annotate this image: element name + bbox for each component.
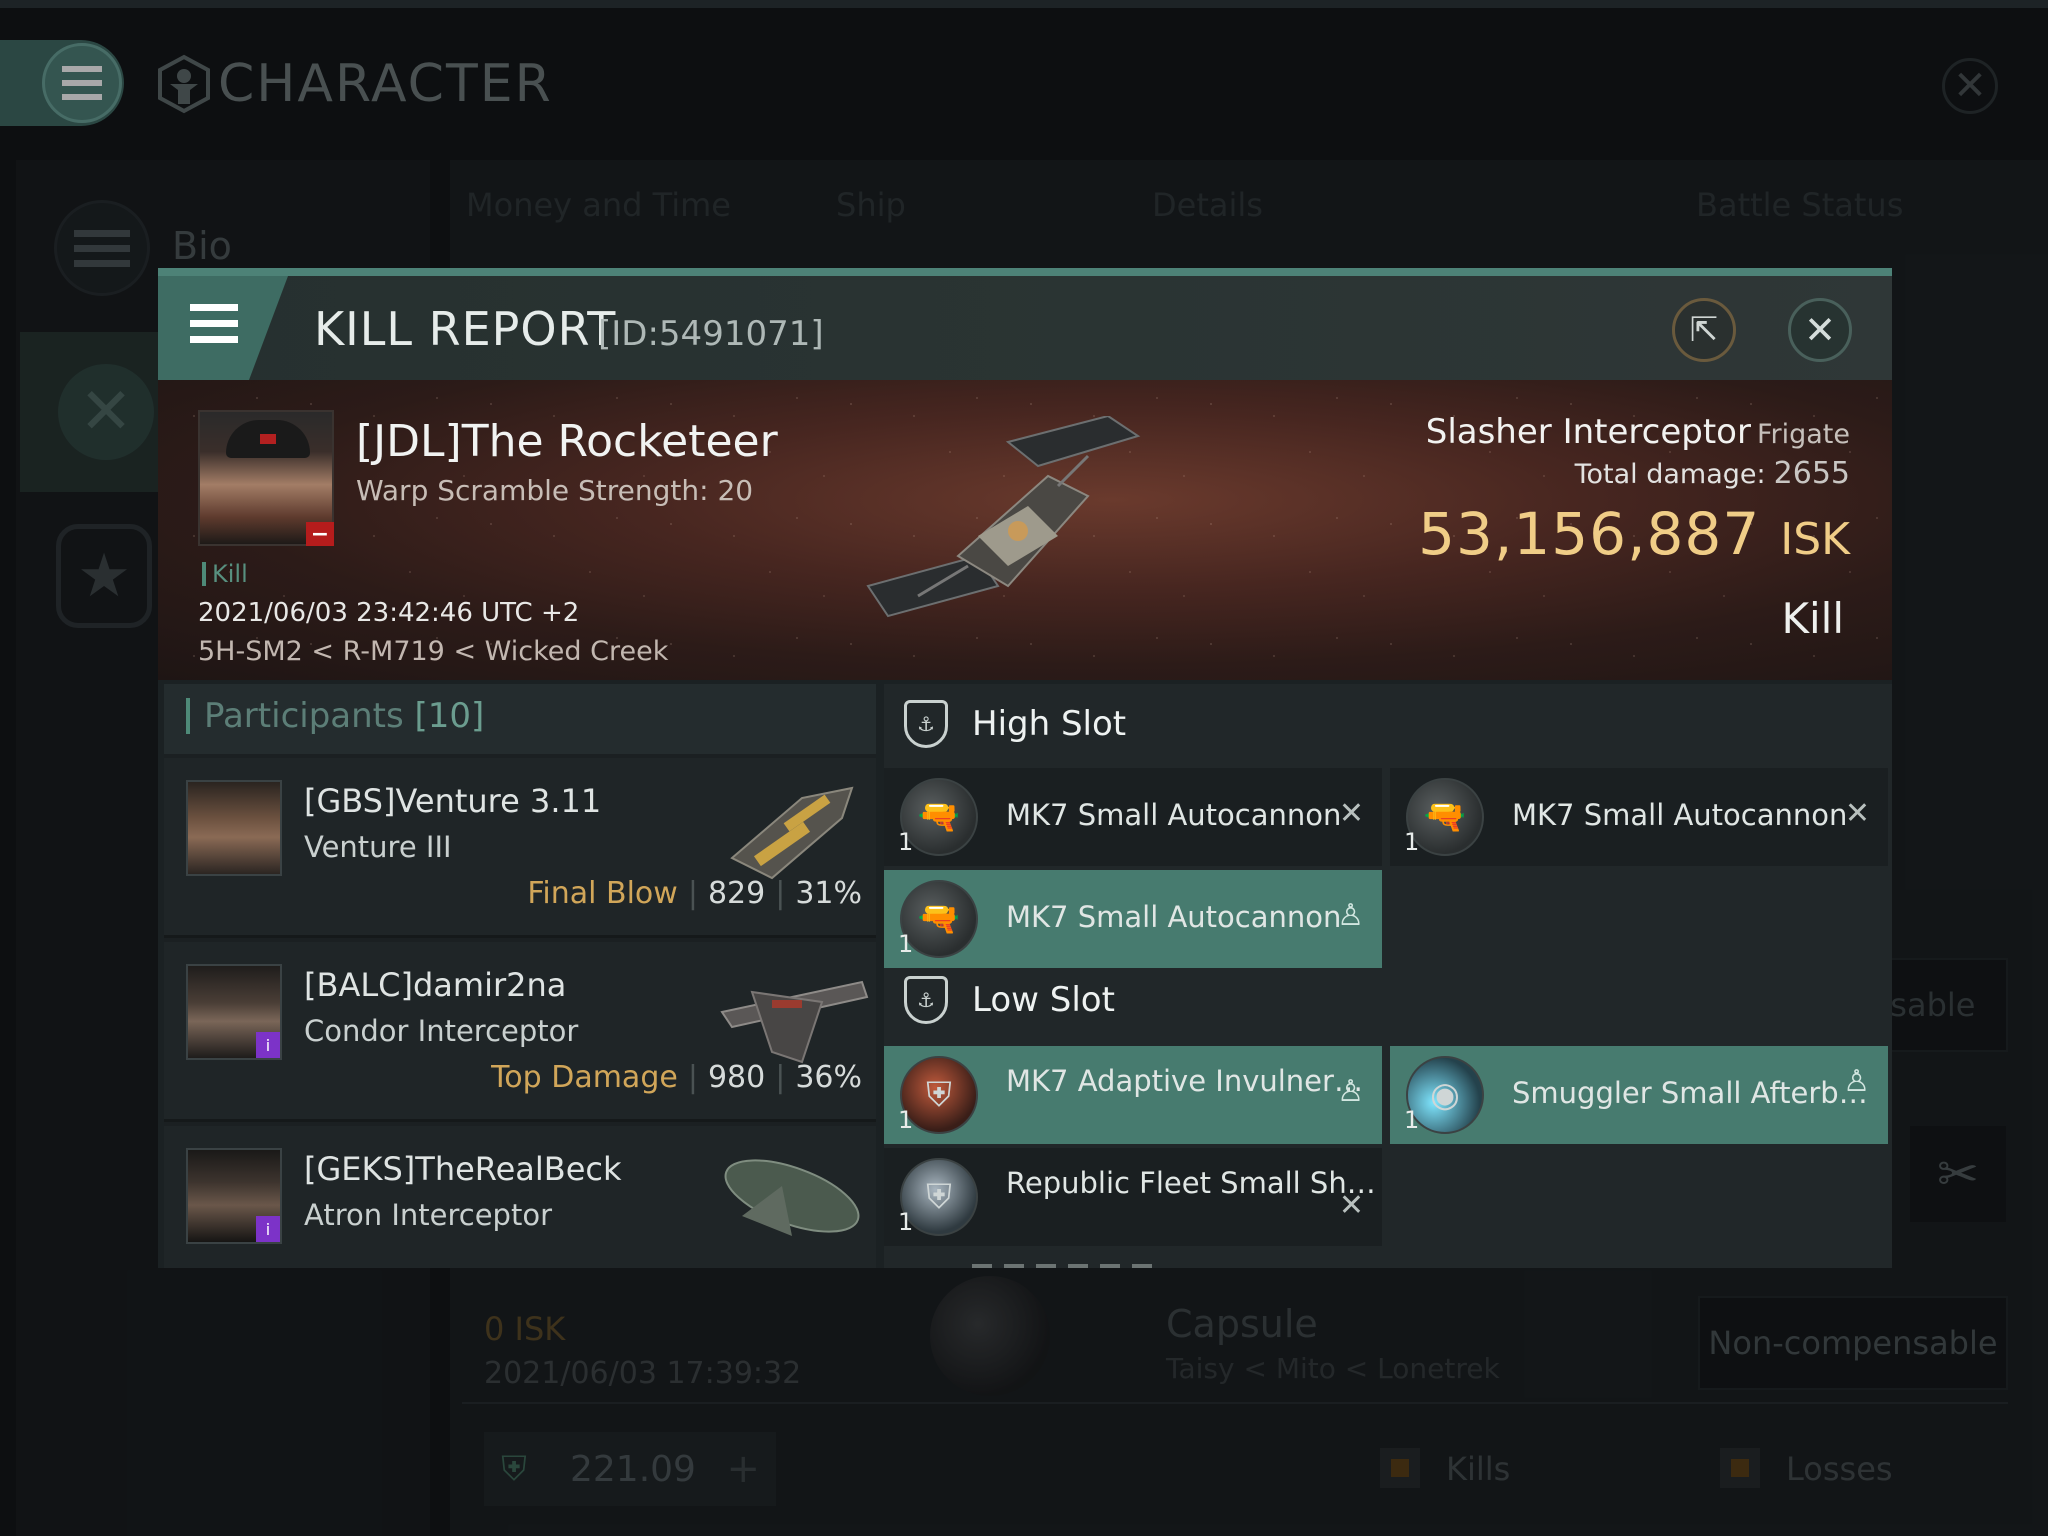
- total-damage-label: Total damage:: [1574, 459, 1766, 490]
- module-slot[interactable]: 🔫 1 MK7 Small Autocannon ♙: [884, 870, 1382, 968]
- top-damage-label: Top Damage: [491, 1060, 678, 1095]
- module-name: MK7 Small Autocannon: [1006, 798, 1342, 832]
- participants-count: [10]: [414, 696, 485, 736]
- high-slot-header: ⚓ High Slot: [884, 684, 1892, 764]
- dropped-icon: ♙: [1843, 1064, 1870, 1099]
- mid-slot-title-partial: [972, 1264, 1152, 1268]
- corp-badge: i: [256, 1032, 280, 1058]
- module-qty: 1: [1404, 1106, 1420, 1134]
- kill-report-modal: KILL REPORT [ID:5491071] ⇱ ✕ − [JDL]The …: [158, 268, 1892, 1268]
- participants-title: Participants [10]: [186, 698, 484, 734]
- module-qty: 1: [898, 1208, 914, 1236]
- isk-unit: ISK: [1780, 514, 1850, 565]
- module-name: Republic Fleet Small Shield...: [1006, 1166, 1376, 1200]
- kill-tag: Kill: [202, 562, 248, 586]
- total-damage-value: 2655: [1773, 456, 1850, 491]
- kill-id: [ID:5491071]: [598, 314, 824, 354]
- participant-ship: Venture III: [304, 830, 452, 864]
- participant-name[interactable]: [GEKS]TheRealBeck: [304, 1150, 622, 1188]
- participant-ship: Condor Interceptor: [304, 1014, 579, 1048]
- dropped-icon: ♙: [1337, 1074, 1364, 1109]
- participant-portrait[interactable]: i: [186, 1148, 282, 1244]
- destroyed-icon: ✕: [1844, 796, 1870, 831]
- kill-datetime: 2021/06/03 23:42:46 UTC +2: [198, 598, 580, 628]
- participant-percent: 31%: [795, 876, 862, 911]
- module-slot[interactable]: 🔫 1 MK7 Small Autocannon ✕: [884, 768, 1382, 866]
- participant-portrait[interactable]: [186, 780, 282, 876]
- participant-ship-image: [724, 1159, 860, 1236]
- dropped-icon: ♙: [1337, 898, 1364, 933]
- participant-ship-image: [720, 980, 869, 1064]
- destroyed-icon: ✕: [1338, 1188, 1364, 1223]
- module-qty: 1: [898, 930, 914, 958]
- ship-name-text: Slasher Interceptor: [1425, 412, 1751, 452]
- high-slot-title: High Slot: [972, 704, 1127, 744]
- victim-detail: Warp Scramble Strength: 20: [356, 474, 754, 507]
- result-label: Kill: [1781, 594, 1844, 643]
- victim-name[interactable]: [JDL]The Rocketeer: [356, 416, 778, 467]
- total-damage: Total damage: 2655: [1575, 456, 1850, 491]
- module-slot[interactable]: ⛨ 1 MK7 Adaptive Invulnerabilit... ♙: [884, 1046, 1382, 1144]
- low-slot-icon: ⚓: [904, 976, 948, 1024]
- modal-title: KILL REPORT: [314, 302, 617, 356]
- module-name: Smuggler Small Afterburner: [1512, 1076, 1882, 1110]
- participant-stats: Final Blow | 829 | 31%: [527, 876, 862, 911]
- module-slot[interactable]: ⛨ 1 Republic Fleet Small Shield... ✕: [884, 1148, 1382, 1246]
- participant-name[interactable]: [GBS]Venture 3.11: [304, 782, 601, 820]
- isk-value: 53,156,887 ISK: [1418, 500, 1850, 568]
- share-button[interactable]: ⇱: [1672, 298, 1736, 362]
- modal-menu-button[interactable]: [190, 304, 238, 343]
- participants-panel: Participants [10] [GBS]Venture 3.11 Vent…: [164, 684, 876, 1268]
- ship-class: Frigate: [1756, 419, 1850, 450]
- participant-ship: Atron Interceptor: [304, 1198, 552, 1232]
- victim-ship-name[interactable]: Slasher Interceptor Frigate: [1426, 412, 1850, 452]
- destroyed-icon: ✕: [1338, 796, 1364, 831]
- participant-stats: Top Damage | 980 | 36%: [491, 1060, 862, 1095]
- hostile-badge: −: [306, 522, 334, 547]
- low-slot-header: ⚓ Low Slot: [884, 960, 1892, 1040]
- external-link-icon: ⇱: [1689, 310, 1719, 350]
- module-qty: 1: [898, 828, 914, 856]
- fitting-panel: ⚓ High Slot 🔫 1 MK7 Small Autocannon ✕ 🔫…: [884, 684, 1892, 1268]
- modal-close-button[interactable]: ✕: [1788, 298, 1852, 362]
- participant-row[interactable]: i [BALC]damir2na Condor Interceptor Top …: [164, 942, 876, 1122]
- isk-amount: 53,156,887: [1418, 500, 1761, 568]
- module-name: MK7 Small Autocannon: [1512, 798, 1848, 832]
- corp-badge: i: [256, 1216, 280, 1242]
- module-slot[interactable]: ◉ 1 Smuggler Small Afterburner ♙: [1390, 1046, 1888, 1144]
- participant-damage: 829: [707, 876, 766, 911]
- module-qty: 1: [898, 1106, 914, 1134]
- participant-damage: 980: [707, 1060, 766, 1095]
- participant-percent: 36%: [795, 1060, 862, 1095]
- high-slot-icon: ⚓: [904, 700, 948, 748]
- module-qty: 1: [1404, 828, 1420, 856]
- final-blow-label: Final Blow: [527, 876, 678, 911]
- module-slot[interactable]: 🔫 1 MK7 Small Autocannon ✕: [1390, 768, 1888, 866]
- participant-ship-image: [730, 786, 854, 880]
- participant-row[interactable]: i [GEKS]TheRealBeck Atron Interceptor: [164, 1126, 876, 1268]
- participant-portrait[interactable]: i: [186, 964, 282, 1060]
- victim-ship-image: [866, 416, 1141, 618]
- module-name: MK7 Small Autocannon: [1006, 900, 1342, 934]
- module-name: MK7 Adaptive Invulnerabilit...: [1006, 1064, 1376, 1098]
- kill-location[interactable]: 5H-SM2 < R-M719 < Wicked Creek: [198, 636, 668, 667]
- low-slot-title: Low Slot: [972, 980, 1115, 1020]
- menu-icon: [190, 304, 238, 343]
- participants-header: Participants [10]: [164, 684, 876, 754]
- participant-name[interactable]: [BALC]damir2na: [304, 966, 566, 1004]
- participant-row[interactable]: [GBS]Venture 3.11 Venture III Final Blow…: [164, 758, 876, 938]
- close-icon: ✕: [1804, 308, 1836, 352]
- participants-label: Participants: [204, 696, 404, 736]
